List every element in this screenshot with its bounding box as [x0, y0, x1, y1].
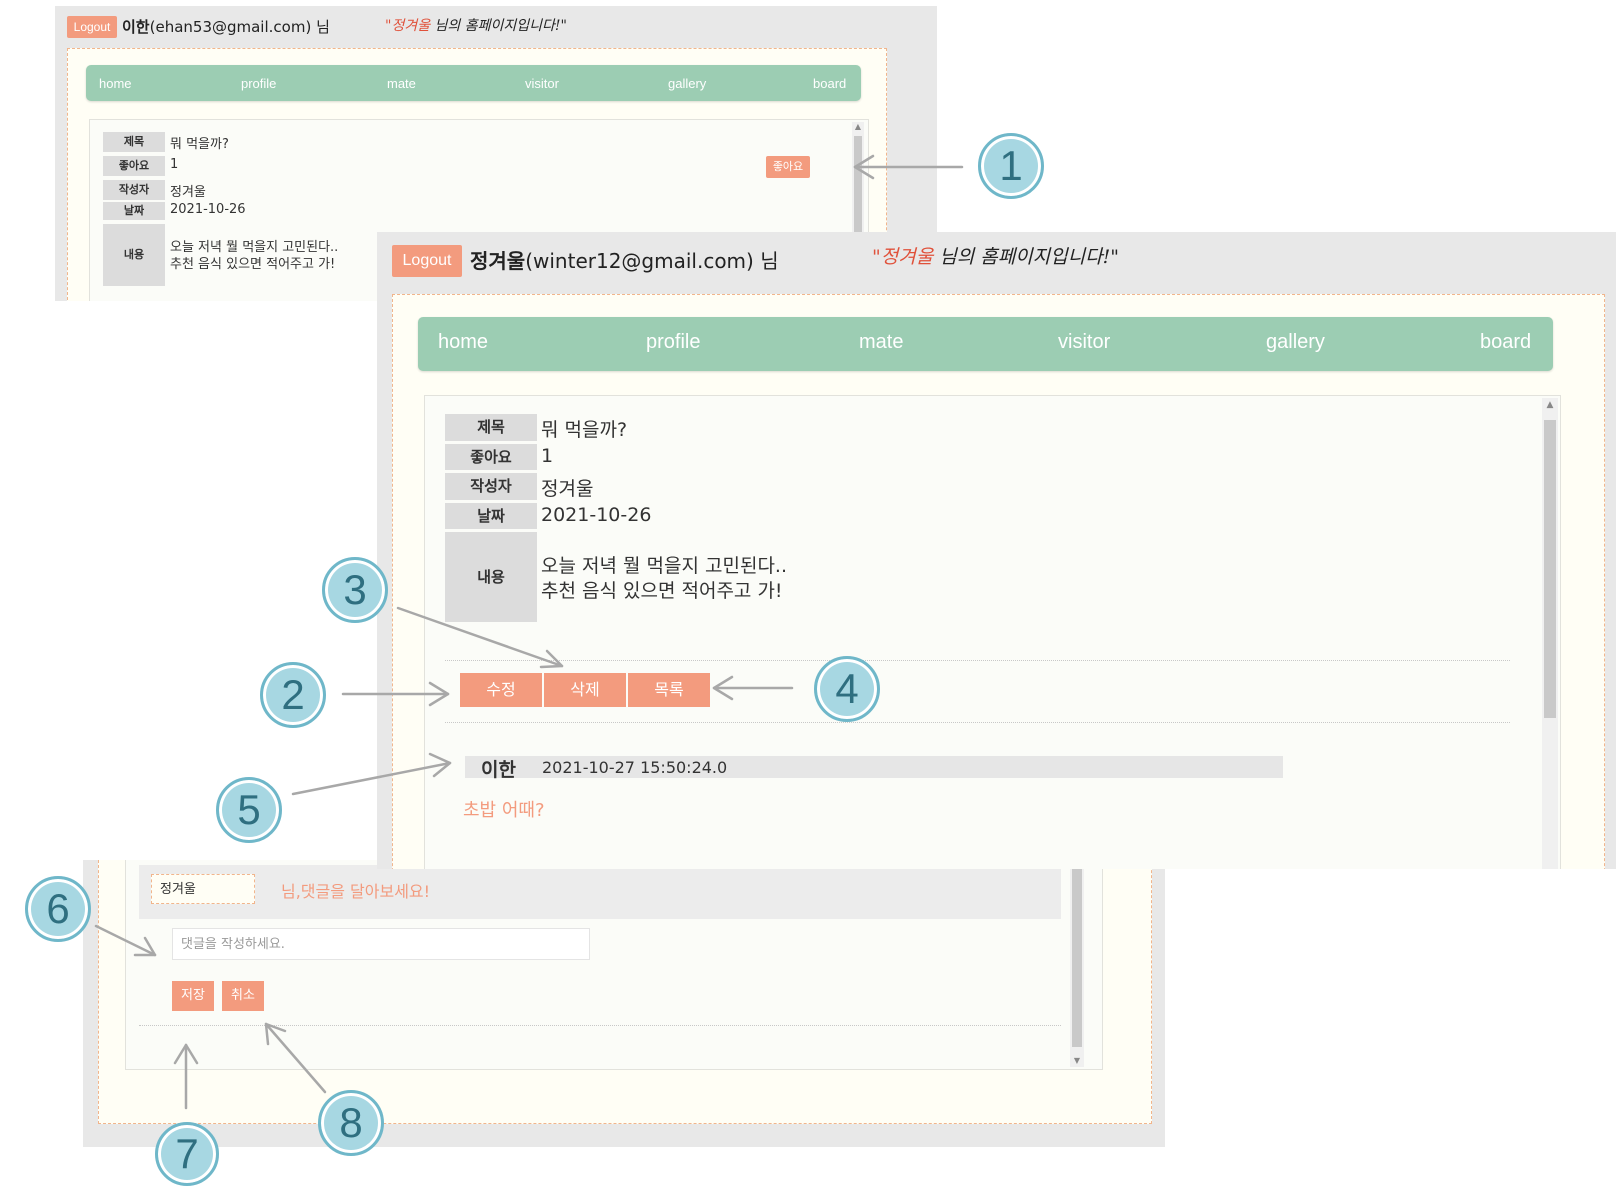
callout-3: 3	[322, 557, 388, 623]
callout-6: 6	[25, 876, 91, 942]
callout-1: 1	[978, 133, 1044, 199]
callout-2: 2	[260, 662, 326, 728]
arrow-3	[396, 606, 564, 668]
callout-4: 4	[814, 656, 880, 722]
arrow-8	[264, 1022, 327, 1094]
callout-5: 5	[216, 777, 282, 843]
annotation-arrows	[94, 154, 964, 1110]
callout-8: 8	[318, 1090, 384, 1156]
callout-7: 7	[155, 1122, 219, 1186]
arrow-5	[291, 761, 452, 796]
